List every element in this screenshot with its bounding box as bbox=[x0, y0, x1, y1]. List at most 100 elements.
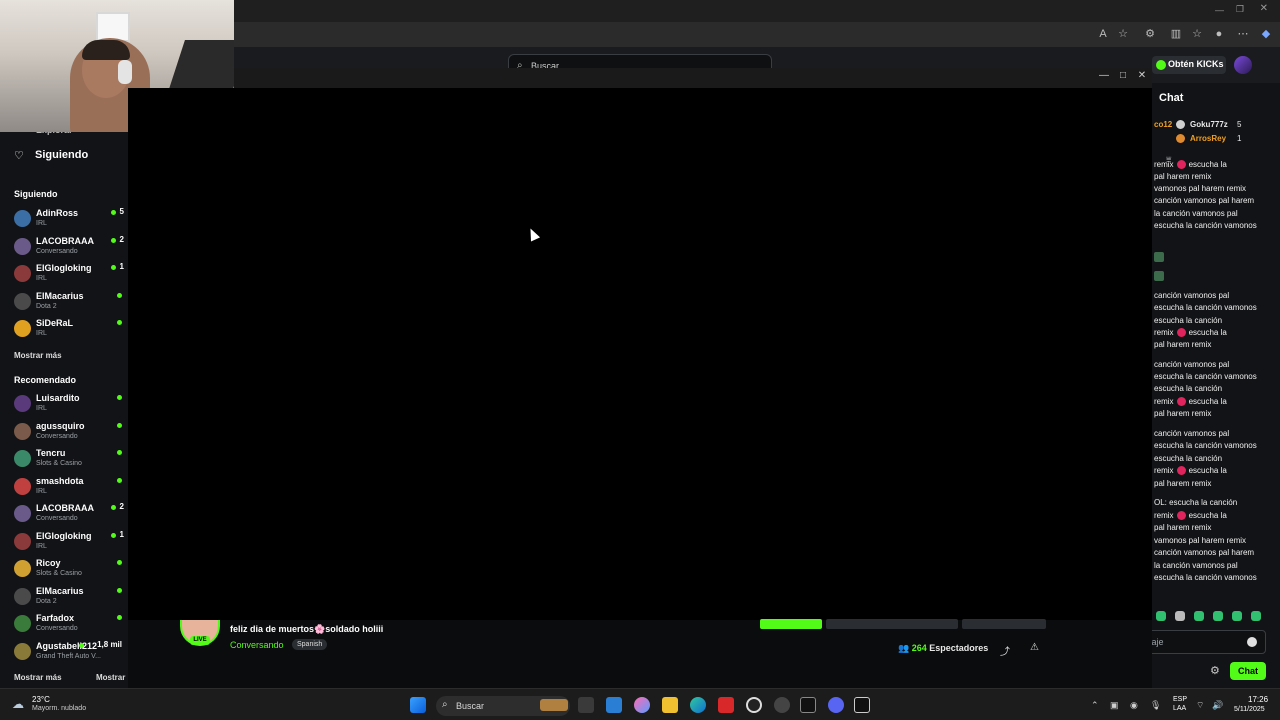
channel-category: Conversando bbox=[36, 515, 78, 522]
channel-category: IRL bbox=[36, 330, 47, 337]
emote-icon[interactable] bbox=[1213, 611, 1223, 621]
weather-temperature[interactable]: 23°C bbox=[32, 695, 50, 704]
weather-cloud-icon[interactable]: ☁ bbox=[12, 697, 24, 711]
sidebar-channel-item[interactable]: LACOBRAAA Conversando 2 bbox=[0, 501, 128, 527]
chat-send-button[interactable]: Chat bbox=[1230, 662, 1266, 680]
tray-chevron-icon[interactable]: ⌃ bbox=[1091, 700, 1099, 711]
sidebar-channel-item[interactable]: ElGlogloking IRL 1 bbox=[0, 261, 128, 287]
sidebar-channel-item[interactable]: LACOBRAAA Conversando 2 bbox=[0, 234, 128, 260]
sidebar-channel-item[interactable]: smashdota IRL bbox=[0, 474, 128, 500]
chat-message-text: remix bbox=[1154, 466, 1174, 475]
emote-icon[interactable] bbox=[1156, 611, 1166, 621]
sidebar-channel-item[interactable]: Luisardito IRL bbox=[0, 391, 128, 417]
wps-office-icon[interactable] bbox=[718, 697, 734, 713]
chat-message: pal harem remix bbox=[1154, 340, 1211, 349]
stream-category-link[interactable]: Conversando bbox=[230, 640, 284, 650]
volume-icon[interactable]: 🔊 bbox=[1212, 700, 1223, 711]
show-more-recommended-link[interactable]: Mostrar más bbox=[14, 673, 62, 682]
follow-button[interactable] bbox=[760, 619, 822, 629]
chat-message-text: escucha la canción vamonos bbox=[1154, 441, 1257, 450]
widgets-icon[interactable] bbox=[606, 697, 622, 713]
chat-message: la canción vamonos pal bbox=[1154, 209, 1238, 218]
tray-app-icon[interactable]: ◉ bbox=[1130, 700, 1138, 711]
extensions-icon[interactable]: ⚙ bbox=[1143, 27, 1157, 41]
emote-icon[interactable] bbox=[1251, 611, 1261, 621]
chat-message: remix escucha la bbox=[1154, 160, 1227, 170]
top-chatter-name[interactable]: Goku777z bbox=[1190, 120, 1228, 129]
overlay-maximize-icon[interactable]: □ bbox=[1116, 70, 1130, 81]
steam-icon[interactable] bbox=[774, 697, 790, 713]
sidebar-channel-item[interactable]: Ricoy Slots & Casino bbox=[0, 556, 128, 582]
tray-app-icon[interactable]: ▣ bbox=[1110, 700, 1119, 711]
chat-message-text: canción vamonos pal bbox=[1154, 360, 1230, 369]
channel-category: IRL bbox=[36, 487, 47, 495]
channel-category: Slots & Casino bbox=[36, 570, 82, 577]
discord-icon[interactable] bbox=[828, 697, 844, 713]
clock-time[interactable]: 17:26 bbox=[1248, 695, 1268, 704]
emote-heart-icon bbox=[1176, 511, 1186, 521]
live-dot-icon bbox=[117, 615, 122, 620]
sidebar-channel-item[interactable]: ElGlogloking IRL 1 bbox=[0, 529, 128, 555]
clock-date[interactable]: 5/11/2025 bbox=[1234, 706, 1265, 713]
channel-name: LACOBRAAA bbox=[36, 235, 94, 246]
emote-icon[interactable] bbox=[1232, 611, 1242, 621]
sidebar-channel-item[interactable]: AdinRoss IRL 5 bbox=[0, 206, 128, 232]
overlay-minimize-icon[interactable]: — bbox=[1097, 70, 1111, 81]
gift-sub-button[interactable] bbox=[962, 619, 1046, 629]
top-chatter-name[interactable]: ArrosRey bbox=[1190, 134, 1226, 143]
report-icon[interactable]: ⚠ bbox=[1030, 642, 1039, 653]
subscribe-button[interactable] bbox=[826, 619, 958, 629]
copilot-icon[interactable]: ◆ bbox=[1259, 27, 1273, 41]
minimize-icon[interactable]: — bbox=[1215, 5, 1224, 15]
chat-message-text: escucha la bbox=[1188, 466, 1227, 475]
microphone-icon[interactable]: 🎙 bbox=[1150, 700, 1161, 711]
split-screen-icon[interactable]: ▥ bbox=[1169, 27, 1183, 41]
sidebar-channel-item[interactable]: ElMacarius Dota 2 bbox=[0, 289, 128, 315]
channel-name: Tencru bbox=[36, 448, 66, 458]
stream-language-tag[interactable]: Spanish bbox=[292, 639, 328, 650]
sidebar-channel-item[interactable]: agussquiro Conversando bbox=[0, 419, 128, 445]
favorites-icon[interactable]: ☆ bbox=[1190, 27, 1204, 41]
obs-studio-icon[interactable] bbox=[746, 697, 762, 713]
close-icon[interactable]: ✕ bbox=[1260, 3, 1268, 14]
favorite-star-icon[interactable]: ☆ bbox=[1116, 27, 1130, 41]
windows-start-icon[interactable] bbox=[410, 697, 426, 713]
copilot-app-icon[interactable] bbox=[634, 697, 650, 713]
emote-icon[interactable] bbox=[1175, 611, 1185, 621]
capcut-icon[interactable] bbox=[800, 697, 816, 713]
emoji-icon[interactable] bbox=[1247, 637, 1257, 647]
read-aloud-icon[interactable]: A bbox=[1096, 27, 1110, 41]
chat-message: pal harem remix bbox=[1154, 479, 1211, 488]
sidebar-channel-item[interactable]: ElMacarius Dota 2 bbox=[0, 584, 128, 610]
sidebar-channel-item[interactable]: SiDeRaL IRL bbox=[0, 316, 128, 342]
wifi-icon[interactable]: ⌔ bbox=[1196, 700, 1204, 711]
get-kicks-button[interactable]: Obtén KICKs bbox=[1152, 56, 1226, 74]
sidebar-nav-following[interactable]: Siguiendo bbox=[35, 149, 88, 161]
top-chatter-count: 1 bbox=[1237, 134, 1242, 143]
channel-avatar bbox=[14, 210, 31, 227]
keyboard-language[interactable]: ESP LAA bbox=[1173, 695, 1187, 713]
overlay-window-body bbox=[128, 88, 1152, 620]
overlay-close-icon[interactable]: ✕ bbox=[1135, 70, 1149, 81]
sidebar-channel-item[interactable]: Farfadox Conversando bbox=[0, 611, 128, 637]
weather-description[interactable]: Mayorm. nublado bbox=[32, 705, 86, 712]
file-explorer-icon[interactable] bbox=[662, 697, 678, 713]
emote-icon[interactable] bbox=[1194, 611, 1204, 621]
chat-settings-icon[interactable]: ⚙ bbox=[1210, 664, 1220, 677]
keyboard-layout-code: LAA bbox=[1173, 705, 1187, 712]
show-more-following-link[interactable]: Mostrar más bbox=[14, 351, 62, 360]
profile-icon[interactable]: ● bbox=[1212, 27, 1226, 41]
channel-avatar bbox=[14, 615, 31, 632]
user-avatar[interactable] bbox=[1234, 56, 1252, 74]
more-icon[interactable]: ⋯ bbox=[1236, 27, 1250, 41]
sidebar-channel-item[interactable]: Agustabell212 Grand Theft Auto V... 1,8 mi… bbox=[0, 639, 128, 665]
edge-browser-icon[interactable] bbox=[690, 697, 706, 713]
sidebar-channel-item[interactable]: Tencru Slots & Casino bbox=[0, 446, 128, 472]
chat-message-text: escucha la bbox=[1188, 328, 1227, 337]
maximize-icon[interactable]: ❐ bbox=[1236, 4, 1244, 15]
task-view-icon[interactable] bbox=[578, 697, 594, 713]
epic-games-icon[interactable] bbox=[854, 697, 870, 713]
channel-name: Agustabell212 bbox=[36, 640, 98, 651]
chat-message-text: OL: escucha la canción bbox=[1154, 498, 1238, 507]
share-icon[interactable]: ⤴ bbox=[1000, 643, 1010, 658]
